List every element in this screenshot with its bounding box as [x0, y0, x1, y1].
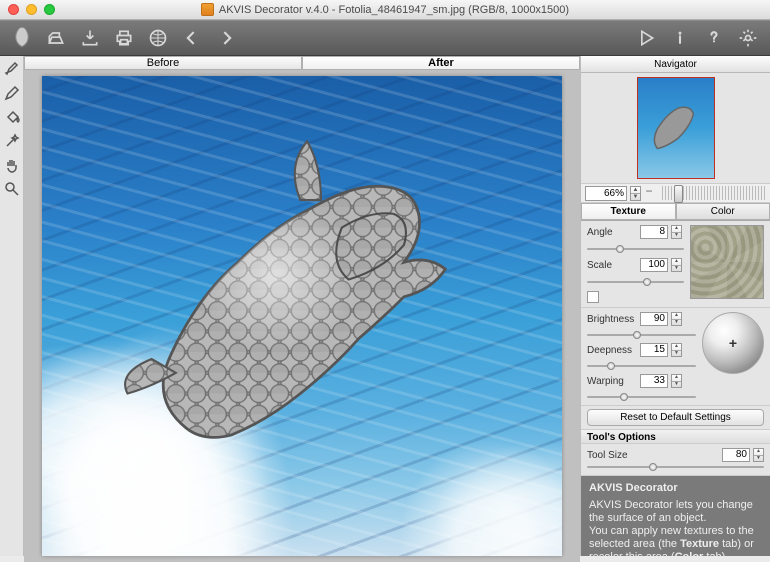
tool-size-label: Tool Size — [587, 450, 647, 461]
dolphin-subject — [120, 124, 494, 470]
info-title: AKVIS Decorator — [589, 482, 762, 495]
run-button[interactable] — [631, 24, 661, 52]
share-button[interactable] — [143, 24, 173, 52]
scale-spinner[interactable]: ▲▼ — [671, 258, 682, 272]
texture-color-tabs: Texture Color — [581, 203, 770, 221]
tools-options-header: Tool's Options — [581, 429, 770, 444]
app-logo-icon[interactable] — [7, 24, 37, 52]
image-canvas — [42, 76, 562, 556]
canvas-area[interactable] — [24, 70, 580, 562]
zoom-spinner[interactable]: ▲▼ — [630, 186, 641, 201]
info-line-1: AKVIS Decorator lets you change the surf… — [589, 499, 762, 525]
tab-after[interactable]: After — [302, 56, 580, 69]
scale-label: Scale — [587, 260, 637, 271]
deepness-slider[interactable] — [587, 362, 696, 370]
tool-size-input[interactable]: 80 — [722, 448, 750, 462]
deepness-input[interactable]: 15 — [640, 343, 668, 357]
right-panel: Navigator 66% ▲▼ − Texture Color Angle 8… — [580, 56, 770, 556]
print-button[interactable] — [109, 24, 139, 52]
texture-checkbox[interactable] — [587, 291, 599, 303]
warping-spinner[interactable]: ▲▼ — [671, 374, 682, 388]
brush-tool[interactable] — [3, 60, 21, 78]
zoom-value-input[interactable]: 66% — [585, 186, 627, 201]
scale-input[interactable]: 100 — [640, 258, 668, 272]
light-sphere-control[interactable]: + — [702, 312, 764, 374]
save-button[interactable] — [75, 24, 105, 52]
window-title-text: AKVIS Decorator v.4.0 - Fotolia_48461947… — [219, 4, 569, 16]
bucket-tool[interactable] — [3, 108, 21, 126]
tool-size-slider[interactable] — [587, 463, 764, 471]
deepness-label: Deepness — [587, 345, 637, 356]
info-panel: AKVIS Decorator AKVIS Decorator lets you… — [581, 476, 770, 556]
tab-before[interactable]: Before — [24, 56, 302, 69]
warping-slider[interactable] — [587, 393, 696, 401]
brightness-spinner[interactable]: ▲▼ — [671, 312, 682, 326]
help-button[interactable] — [699, 24, 729, 52]
angle-spinner[interactable]: ▲▼ — [671, 225, 682, 239]
tool-size-spinner[interactable]: ▲▼ — [753, 448, 764, 462]
before-after-tabs: Before After — [24, 56, 580, 70]
close-window-button[interactable] — [8, 4, 19, 15]
angle-label: Angle — [587, 227, 637, 238]
window-title: AKVIS Decorator v.4.0 - Fotolia_48461947… — [0, 3, 770, 16]
zoom-controls: 66% ▲▼ − — [581, 183, 770, 203]
magic-wand-tool[interactable] — [3, 132, 21, 150]
open-file-button[interactable] — [41, 24, 71, 52]
navigator-header: Navigator — [581, 56, 770, 73]
navigator-preview[interactable] — [581, 73, 770, 183]
tab-color[interactable]: Color — [676, 203, 770, 220]
brightness-label: Brightness — [587, 314, 637, 325]
maximize-window-button[interactable] — [44, 4, 55, 15]
brightness-input[interactable]: 90 — [640, 312, 668, 326]
window-titlebar: AKVIS Decorator v.4.0 - Fotolia_48461947… — [0, 0, 770, 20]
undo-button[interactable] — [177, 24, 207, 52]
info-button[interactable] — [665, 24, 695, 52]
reset-button[interactable]: Reset to Default Settings — [587, 409, 764, 426]
brightness-slider[interactable] — [587, 331, 696, 339]
angle-slider[interactable] — [587, 245, 684, 253]
plus-icon: + — [729, 335, 737, 351]
deepness-spinner[interactable]: ▲▼ — [671, 343, 682, 357]
hand-tool[interactable] — [3, 156, 21, 174]
document-icon — [201, 3, 214, 16]
warping-label: Warping — [587, 376, 637, 387]
zoom-out-icon[interactable]: − — [644, 188, 654, 198]
info-line-2: You can apply new textures to the select… — [589, 525, 762, 556]
warping-input[interactable]: 33 — [640, 374, 668, 388]
tab-texture[interactable]: Texture — [581, 203, 676, 220]
zoom-slider[interactable] — [662, 186, 766, 200]
main-toolbar — [0, 20, 770, 56]
zoom-tool[interactable] — [3, 180, 21, 198]
texture-preview-swatch[interactable] — [690, 225, 764, 299]
redo-button[interactable] — [211, 24, 241, 52]
scale-slider[interactable] — [587, 278, 684, 286]
left-toolbar — [0, 56, 24, 556]
pencil-tool[interactable] — [3, 84, 21, 102]
minimize-window-button[interactable] — [26, 4, 37, 15]
settings-button[interactable] — [733, 24, 763, 52]
angle-input[interactable]: 8 — [640, 225, 668, 239]
